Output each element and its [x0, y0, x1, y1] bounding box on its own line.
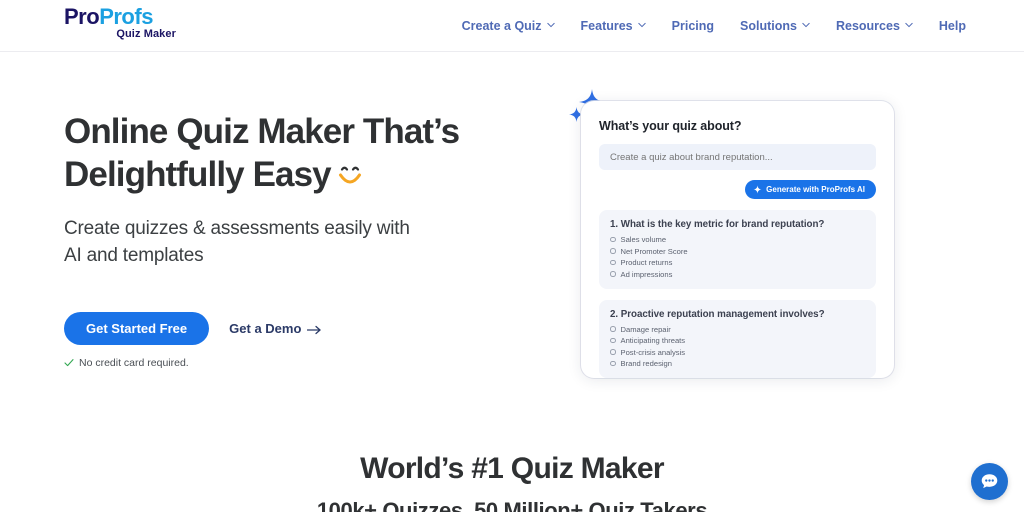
nav-item-resources[interactable]: Resources: [836, 19, 913, 33]
get-started-free-button[interactable]: Get Started Free: [64, 311, 210, 345]
chevron-down-icon: [802, 21, 810, 29]
quiz-question-block: 2. Proactive reputation management invol…: [599, 299, 876, 378]
ai-quiz-generator-card: What’s your quiz about? Generate with Pr…: [569, 89, 894, 378]
quiz-option[interactable]: Product returns: [610, 258, 865, 267]
chevron-down-icon: [637, 21, 646, 29]
nav-label: Pricing: [671, 19, 715, 33]
quiz-option[interactable]: Damage repair: [610, 325, 865, 334]
generate-button-label: Generate with ProProfs AI: [766, 185, 865, 194]
section-title: World’s #1 Quiz Maker: [360, 452, 664, 485]
quiz-option[interactable]: Sales volume: [610, 235, 865, 244]
quiz-option[interactable]: Post-crisis analysis: [610, 348, 865, 357]
radio-button-icon[interactable]: [610, 360, 616, 367]
proprofs-logo[interactable]: ProProfs Quiz Maker: [64, 6, 176, 46]
radio-button-icon[interactable]: [610, 248, 616, 254]
radio-button-icon[interactable]: [610, 236, 616, 243]
quiz-topic-input[interactable]: [599, 144, 876, 170]
quiz-option[interactable]: Brand redesign: [610, 359, 865, 368]
sparkle-icon: [753, 185, 762, 194]
nav-item-create-a-quiz[interactable]: Create a Quiz: [462, 19, 555, 33]
option-label: Sales volume: [620, 235, 667, 244]
logo-text-profs: Profs: [99, 4, 153, 29]
option-label: Damage repair: [620, 324, 671, 334]
headline-line-2: Delightfully Easy: [64, 155, 332, 195]
worlds-number-one-section: World’s #1 Quiz Maker 100k+ Quizzes, 50 …: [0, 452, 1024, 512]
hero-cta-row: Get Started Free Get a Demo: [64, 311, 564, 345]
subhead-line-2: AI and templates: [64, 245, 204, 267]
option-label: Post-crisis analysis: [620, 347, 686, 357]
radio-button-icon[interactable]: [610, 271, 616, 277]
question-options: Sales volume Net Promoter Score Product …: [610, 235, 865, 279]
radio-button-icon[interactable]: [610, 326, 616, 332]
question-options: Damage repair Anticipating threats Post-…: [610, 325, 865, 368]
option-label: Brand redesign: [620, 359, 673, 368]
nav-item-solutions[interactable]: Solutions: [740, 19, 810, 33]
logo-wordmark: ProProfs: [64, 6, 176, 28]
smiley-face-icon: [335, 157, 366, 184]
nav-item-pricing[interactable]: Pricing: [672, 19, 714, 33]
question-text: Proactive reputation management involves…: [620, 308, 825, 320]
hero-subheading: Create quizzes & assessments easily with…: [64, 215, 564, 270]
generate-button-row: Generate with ProProfs AI: [599, 180, 876, 199]
nav-label: Solutions: [740, 19, 797, 33]
nav-label: Create a Quiz: [461, 19, 542, 33]
radio-button-icon[interactable]: [610, 337, 616, 344]
quiz-card-title: What’s your quiz about?: [599, 119, 742, 133]
logo-text-pro: Pro: [64, 4, 100, 29]
headline-line-1: Online Quiz Maker That’s: [64, 112, 460, 151]
page-root: ProProfs Quiz Maker Create a Quiz Featur…: [0, 0, 1024, 512]
subhead-line-1: Create quizzes & assessments easily with: [64, 217, 410, 239]
quiz-question-block: 1. What is the key metric for brand repu…: [599, 210, 876, 289]
nav-item-features[interactable]: Features: [581, 19, 646, 33]
no-credit-card-note: No credit card required.: [64, 357, 564, 369]
note-label: No credit card required.: [79, 356, 189, 369]
site-header: ProProfs Quiz Maker Create a Quiz Featur…: [0, 0, 1024, 52]
get-a-demo-label: Get a Demo: [229, 320, 302, 336]
main-navigation: Create a Quiz Features Pricing Solutions: [462, 0, 966, 52]
nav-label: Resources: [835, 19, 900, 33]
question-number: 1.: [610, 219, 619, 230]
get-a-demo-link[interactable]: Get a Demo: [229, 321, 322, 336]
chevron-down-icon: [546, 21, 555, 29]
nav-label: Help: [938, 19, 966, 33]
question-title: 1. What is the key metric for brand repu…: [610, 219, 865, 230]
nav-item-help[interactable]: Help: [939, 19, 966, 33]
check-icon: [64, 358, 74, 368]
chat-widget-button[interactable]: [971, 463, 1008, 500]
page-title: Online Quiz Maker That’s Delightfully Ea…: [64, 110, 564, 197]
option-label: Ad impressions: [620, 269, 673, 279]
arrow-right-icon: [307, 323, 322, 335]
generate-with-proprofs-ai-button[interactable]: Generate with ProProfs AI: [745, 180, 876, 199]
option-label: Product returns: [620, 258, 673, 267]
chat-bubble-icon: [980, 472, 999, 491]
question-number: 2.: [610, 308, 619, 320]
option-label: Anticipating threats: [620, 336, 686, 345]
section-subtitle: 100k+ Quizzes, 50 Million+ Quiz Takers: [316, 498, 708, 512]
quiz-option[interactable]: Anticipating threats: [610, 336, 865, 345]
question-title: 2. Proactive reputation management invol…: [610, 309, 865, 320]
quiz-option[interactable]: Ad impressions: [610, 270, 865, 279]
chevron-down-icon: [905, 21, 913, 29]
question-text: What is the key metric for brand reputat…: [620, 219, 825, 230]
quiz-card-body: What’s your quiz about? Generate with Pr…: [581, 101, 894, 378]
radio-button-icon[interactable]: [610, 259, 616, 266]
radio-button-icon[interactable]: [610, 349, 616, 355]
quiz-option[interactable]: Net Promoter Score: [610, 247, 865, 256]
option-label: Net Promoter Score: [620, 246, 688, 256]
logo-subtext: Quiz Maker: [116, 28, 176, 40]
hero-content: Online Quiz Maker That’s Delightfully Ea…: [64, 110, 564, 369]
nav-label: Features: [580, 19, 633, 33]
